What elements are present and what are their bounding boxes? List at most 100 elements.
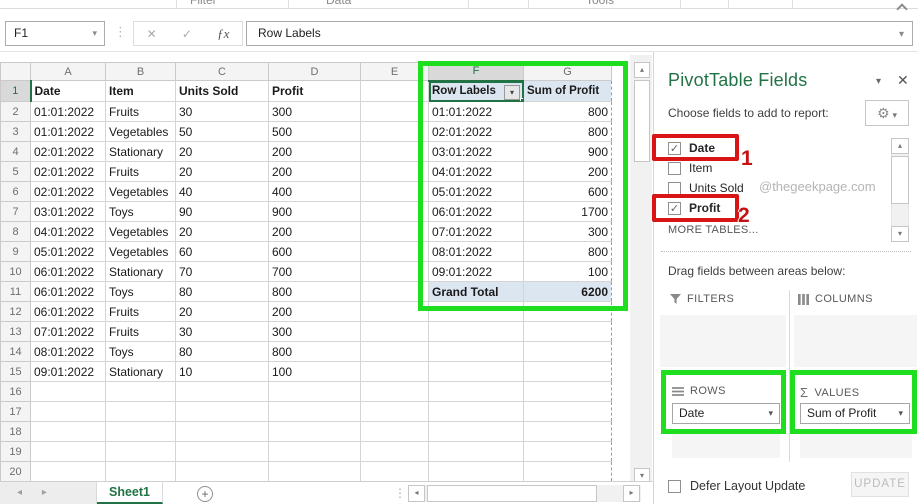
grid-cell[interactable]: 02:01:2022 bbox=[30, 141, 106, 162]
grid-cell[interactable] bbox=[428, 421, 524, 442]
grid-cell[interactable] bbox=[30, 421, 106, 442]
grid-cell[interactable]: Vegetables bbox=[105, 181, 176, 202]
pivot-grand-total-label[interactable]: Grand Total bbox=[428, 281, 524, 302]
field-item-date[interactable]: ✓ Date bbox=[668, 138, 883, 158]
grid-cell[interactable] bbox=[360, 461, 429, 482]
new-sheet-icon[interactable]: + bbox=[197, 486, 213, 502]
pivot-cell[interactable]: 05:01:2022 bbox=[428, 181, 524, 202]
grid-cell[interactable] bbox=[523, 301, 612, 322]
grid-cell[interactable] bbox=[360, 241, 429, 262]
scroll-left-icon[interactable]: ◂ bbox=[408, 485, 425, 502]
grid-cell[interactable] bbox=[360, 101, 429, 122]
rows-dropzone[interactable] bbox=[672, 432, 780, 458]
column-header-d[interactable]: D bbox=[268, 62, 361, 81]
pivot-cell[interactable]: 04:01:2022 bbox=[428, 161, 524, 182]
grid-cell[interactable] bbox=[268, 381, 361, 402]
grid-cell[interactable]: 20 bbox=[175, 141, 269, 162]
name-box-dropdown-icon[interactable]: ▾ bbox=[92, 22, 97, 45]
pivot-cell[interactable]: 03:01:2022 bbox=[428, 141, 524, 162]
grid-cell[interactable]: 50 bbox=[175, 121, 269, 142]
grid-cell[interactable] bbox=[30, 401, 106, 422]
column-header-c[interactable]: C bbox=[175, 62, 269, 81]
grid-cell[interactable]: 700 bbox=[268, 261, 361, 282]
enter-icon[interactable]: ✓ bbox=[182, 27, 192, 41]
grid-cell[interactable] bbox=[360, 321, 429, 342]
grid-cell[interactable]: 200 bbox=[268, 161, 361, 182]
grid-cell[interactable]: 01:01:2022 bbox=[30, 101, 106, 122]
pivot-cell[interactable]: 02:01:2022 bbox=[428, 121, 524, 142]
checkbox-profit[interactable]: ✓ bbox=[668, 201, 681, 215]
grid-cell[interactable]: 04:01:2022 bbox=[30, 221, 106, 242]
row-header-1[interactable]: 1 bbox=[0, 80, 32, 102]
grid-cell[interactable] bbox=[360, 401, 429, 422]
grid-cell[interactable]: 30 bbox=[175, 101, 269, 122]
grid-cell[interactable]: 200 bbox=[268, 221, 361, 242]
grid-cell[interactable] bbox=[105, 441, 176, 462]
prev-sheet-icon[interactable]: ◂ bbox=[17, 487, 22, 498]
row-header-2[interactable]: 2 bbox=[0, 101, 31, 122]
grid-cell[interactable]: Fruits bbox=[105, 321, 176, 342]
pivot-cell[interactable]: 600 bbox=[523, 181, 612, 202]
grid-cell[interactable]: Stationary bbox=[105, 261, 176, 282]
pivot-cell[interactable]: 1700 bbox=[523, 201, 612, 222]
pivot-cell[interactable]: 01:01:2022 bbox=[428, 101, 524, 122]
row-header-3[interactable]: 3 bbox=[0, 121, 31, 142]
row-header-10[interactable]: 10 bbox=[0, 261, 31, 282]
grid-cell[interactable]: 01:01:2022 bbox=[30, 121, 106, 142]
grid-cell[interactable]: Vegetables bbox=[105, 241, 176, 262]
column-header-b[interactable]: B bbox=[105, 62, 176, 81]
grid-cell[interactable]: 800 bbox=[268, 281, 361, 302]
grid-cell[interactable]: 900 bbox=[268, 201, 361, 222]
formula-bar-input[interactable]: Row Labels ▾ bbox=[246, 21, 913, 46]
grid-cell[interactable]: 200 bbox=[268, 141, 361, 162]
grid-cell[interactable] bbox=[268, 421, 361, 442]
grid-cell[interactable]: 08:01:2022 bbox=[30, 341, 106, 362]
grid-cell[interactable]: 30 bbox=[175, 321, 269, 342]
grid-cell[interactable] bbox=[268, 461, 361, 482]
grid-cell[interactable]: 09:01:2022 bbox=[30, 361, 106, 382]
grid-cell[interactable]: Toys bbox=[105, 201, 176, 222]
grid-cell[interactable]: 06:01:2022 bbox=[30, 301, 106, 322]
grid-cell[interactable] bbox=[428, 361, 524, 382]
grid-cell[interactable]: 500 bbox=[268, 121, 361, 142]
grid-cell[interactable] bbox=[268, 401, 361, 422]
row-header-4[interactable]: 4 bbox=[0, 141, 31, 162]
grid-cell[interactable]: 400 bbox=[268, 181, 361, 202]
values-dropzone[interactable] bbox=[800, 432, 912, 458]
collapse-ribbon-icon[interactable] bbox=[898, 2, 906, 10]
grid-cell[interactable]: Toys bbox=[105, 341, 176, 362]
grid-cell[interactable]: 40 bbox=[175, 181, 269, 202]
grid-cell[interactable]: 80 bbox=[175, 341, 269, 362]
scroll-up-icon[interactable]: ▴ bbox=[634, 62, 650, 78]
grid-cell[interactable] bbox=[428, 321, 524, 342]
grid-cell[interactable] bbox=[360, 301, 429, 322]
vertical-scroll-thumb[interactable] bbox=[634, 80, 650, 162]
grid-cell[interactable]: 100 bbox=[268, 361, 361, 382]
scroll-up-icon[interactable]: ▴ bbox=[891, 138, 909, 154]
scroll-right-icon[interactable]: ▸ bbox=[623, 485, 640, 502]
insert-function-icon[interactable]: ƒx bbox=[217, 26, 229, 42]
grid-cell[interactable] bbox=[523, 381, 612, 402]
field-list-scroll-thumb[interactable] bbox=[891, 156, 909, 204]
grid-cell[interactable] bbox=[428, 381, 524, 402]
grid-cell[interactable]: 800 bbox=[268, 341, 361, 362]
grid-cell[interactable] bbox=[360, 80, 429, 102]
grid-cell[interactable]: Stationary bbox=[105, 361, 176, 382]
grid-cell[interactable]: Profit bbox=[268, 80, 361, 102]
grid-cell[interactable] bbox=[360, 381, 429, 402]
pivot-cell[interactable]: 06:01:2022 bbox=[428, 201, 524, 222]
row-header-12[interactable]: 12 bbox=[0, 301, 31, 322]
scroll-down-icon[interactable]: ▾ bbox=[891, 226, 909, 242]
grid-cell[interactable] bbox=[105, 421, 176, 442]
grid-cell[interactable]: 200 bbox=[268, 301, 361, 322]
pivot-cell[interactable]: 300 bbox=[523, 221, 612, 242]
grid-cell[interactable] bbox=[268, 441, 361, 462]
grid-cell[interactable] bbox=[428, 341, 524, 362]
checkbox-units-sold[interactable] bbox=[668, 181, 681, 195]
grid-cell[interactable] bbox=[428, 301, 524, 322]
field-item-item[interactable]: Item bbox=[668, 158, 883, 178]
rows-field-dropdown[interactable]: Date ▾ bbox=[672, 403, 780, 424]
grid-cell[interactable] bbox=[523, 421, 612, 442]
grid-cell[interactable]: 60 bbox=[175, 241, 269, 262]
grid-cell[interactable]: 06:01:2022 bbox=[30, 281, 106, 302]
